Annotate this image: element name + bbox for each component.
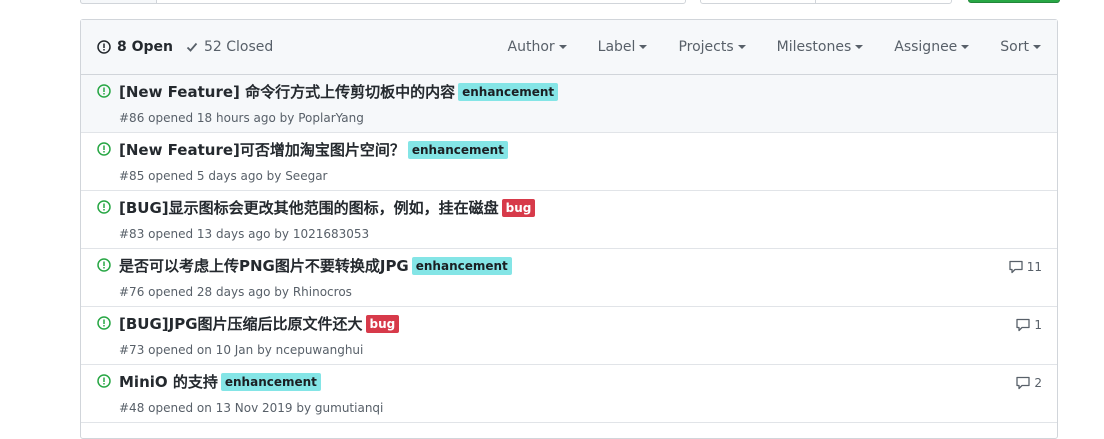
- issue-number: #76: [119, 285, 145, 299]
- issue-meta: #48 opened on 13 Nov 2019 by gumutianqi: [119, 401, 383, 415]
- author-filter[interactable]: Author: [508, 39, 567, 55]
- issue-label-badge[interactable]: enhancement: [411, 256, 512, 275]
- issue-row[interactable]: [New Feature]可否增加淘宝图片空间？ enhancement #85 o…: [81, 133, 1057, 191]
- issue-opened-text: opened 18 hours ago by: [148, 111, 295, 125]
- issue-meta: #86 opened 18 hours ago by PoplarYang: [119, 111, 364, 125]
- issue-row[interactable]: 是否可以考虑上传PNG图片不要转换成JPG enhancement #76 open…: [81, 249, 1057, 307]
- issue-opened-text: opened on 10 Jan by: [148, 343, 272, 357]
- comment-count: 2: [1034, 376, 1042, 390]
- issue-title: [BUG]显示图标会更改其他范围的图标，例如，挂在磁盘 bug: [119, 197, 536, 218]
- closed-count: 52 Closed: [204, 39, 274, 55]
- issue-title: [New Feature] 命令行方式上传剪切板中的内容 enhancement: [119, 81, 559, 102]
- issue-row[interactable]: [New Feature] 命令行方式上传剪切板中的内容 enhancement #…: [81, 75, 1057, 133]
- filters-search-bar[interactable]: [80, 0, 686, 4]
- caret-down-icon: [737, 45, 746, 49]
- issue-title: 是否可以考虑上传PNG图片不要转换成JPG enhancement: [119, 255, 512, 276]
- issue-author-link[interactable]: ncepuwanghui: [276, 343, 364, 357]
- nav-divider: [815, 0, 816, 3]
- caret-down-icon: [639, 45, 648, 49]
- issue-opened-text: opened 5 days ago by: [148, 169, 282, 183]
- issue-opened-icon: [97, 40, 111, 54]
- issue-author-link[interactable]: 1021683053: [293, 227, 369, 241]
- issue-author-link[interactable]: gumutianqi: [315, 401, 383, 415]
- issue-title-link[interactable]: MiniO 的支持: [119, 371, 218, 392]
- open-count: 8 Open: [117, 39, 173, 55]
- issue-row[interactable]: [BUG]显示图标会更改其他范围的图标，例如，挂在磁盘 bug #83 opened…: [81, 191, 1057, 249]
- caret-down-icon: [961, 45, 970, 49]
- issue-label-badge[interactable]: enhancement: [220, 372, 321, 391]
- issue-meta: #73 opened on 10 Jan by ncepuwanghui: [119, 343, 363, 357]
- open-issues-toggle[interactable]: 8 Open: [97, 39, 173, 55]
- issue-opened-icon: [97, 316, 111, 330]
- issue-author-link[interactable]: PoplarYang: [298, 111, 364, 125]
- issue-meta: #85 opened 5 days ago by Seegar: [119, 169, 327, 183]
- new-issue-button[interactable]: [968, 0, 1060, 3]
- labels-milestones-nav[interactable]: [700, 0, 952, 4]
- issue-number: #48: [119, 401, 145, 415]
- issue-meta: #76 opened 28 days ago by Rhinocros: [119, 285, 352, 299]
- issue-number: #86: [119, 111, 145, 125]
- assignee-filter[interactable]: Assignee: [894, 39, 970, 55]
- comment-count-link[interactable]: 2: [1015, 376, 1042, 390]
- issue-title-link[interactable]: [BUG]显示图标会更改其他范围的图标，例如，挂在磁盘: [119, 197, 499, 218]
- issue-opened-text: opened 28 days ago by: [148, 285, 289, 299]
- issue-author-link[interactable]: Seegar: [285, 169, 327, 183]
- caret-down-icon: [855, 45, 864, 49]
- caret-down-icon: [1033, 45, 1041, 49]
- filters-dropdown-button[interactable]: [80, 0, 157, 4]
- caret-down-icon: [558, 45, 567, 49]
- issue-title-link[interactable]: 是否可以考虑上传PNG图片不要转换成JPG: [119, 255, 409, 276]
- closed-issues-toggle[interactable]: 52 Closed: [186, 39, 273, 55]
- issues-list-header: 8 Open 52 Closed Author Label Projects M…: [81, 20, 1057, 75]
- issue-row[interactable]: MiniO 的支持 enhancement #48 opened on 13 Nov…: [81, 365, 1057, 423]
- comment-icon: [1009, 260, 1023, 274]
- issues-list: 8 Open 52 Closed Author Label Projects M…: [80, 19, 1058, 439]
- issue-row[interactable]: [BUG]JPG图片压缩后比原文件还大 bug #73 opened on 10 J…: [81, 307, 1057, 365]
- issue-meta: #83 opened 13 days ago by 1021683053: [119, 227, 369, 241]
- issue-title: MiniO 的支持 enhancement: [119, 371, 321, 392]
- filter-menus: Author Label Projects Milestones Assigne…: [508, 39, 1041, 55]
- issue-title: [New Feature]可否增加淘宝图片空间？ enhancement: [119, 139, 508, 160]
- issue-opened-icon: [97, 200, 111, 214]
- issue-opened-icon: [97, 84, 111, 98]
- issue-author-link[interactable]: Rhinocros: [293, 285, 352, 299]
- issue-title-link[interactable]: [New Feature] 命令行方式上传剪切板中的内容: [119, 81, 455, 102]
- issue-label-badge[interactable]: enhancement: [407, 140, 508, 159]
- issue-opened-icon: [97, 374, 111, 388]
- issue-rows: [New Feature] 命令行方式上传剪切板中的内容 enhancement #…: [81, 75, 1057, 423]
- issue-number: #73: [119, 343, 145, 357]
- comment-icon: [1016, 376, 1031, 390]
- comment-count: 1: [1034, 318, 1042, 332]
- sort-filter[interactable]: Sort: [1000, 39, 1041, 55]
- issue-title-link[interactable]: [New Feature]可否增加淘宝图片空间？: [119, 139, 405, 160]
- milestones-filter[interactable]: Milestones: [777, 39, 864, 55]
- comment-icon: [1016, 318, 1031, 332]
- check-icon: [186, 42, 198, 52]
- issue-opened-icon: [97, 258, 111, 272]
- label-filter[interactable]: Label: [598, 39, 648, 55]
- issue-opened-text: opened 13 days ago by: [148, 227, 289, 241]
- comment-count-link[interactable]: 1: [1015, 318, 1042, 332]
- issue-number: #83: [119, 227, 145, 241]
- issue-label-badge[interactable]: bug: [501, 198, 536, 217]
- issue-number: #85: [119, 169, 145, 183]
- comment-count-link[interactable]: 11: [1008, 260, 1042, 274]
- issue-label-badge[interactable]: enhancement: [458, 82, 559, 101]
- issue-opened-text: opened on 13 Nov 2019 by: [148, 401, 312, 415]
- issue-label-badge[interactable]: bug: [365, 314, 400, 333]
- comment-count: 11: [1026, 260, 1042, 274]
- projects-filter[interactable]: Projects: [678, 39, 746, 55]
- issue-title: [BUG]JPG图片压缩后比原文件还大 bug: [119, 313, 400, 334]
- issue-title-link[interactable]: [BUG]JPG图片压缩后比原文件还大: [119, 313, 363, 334]
- issue-opened-icon: [97, 142, 111, 156]
